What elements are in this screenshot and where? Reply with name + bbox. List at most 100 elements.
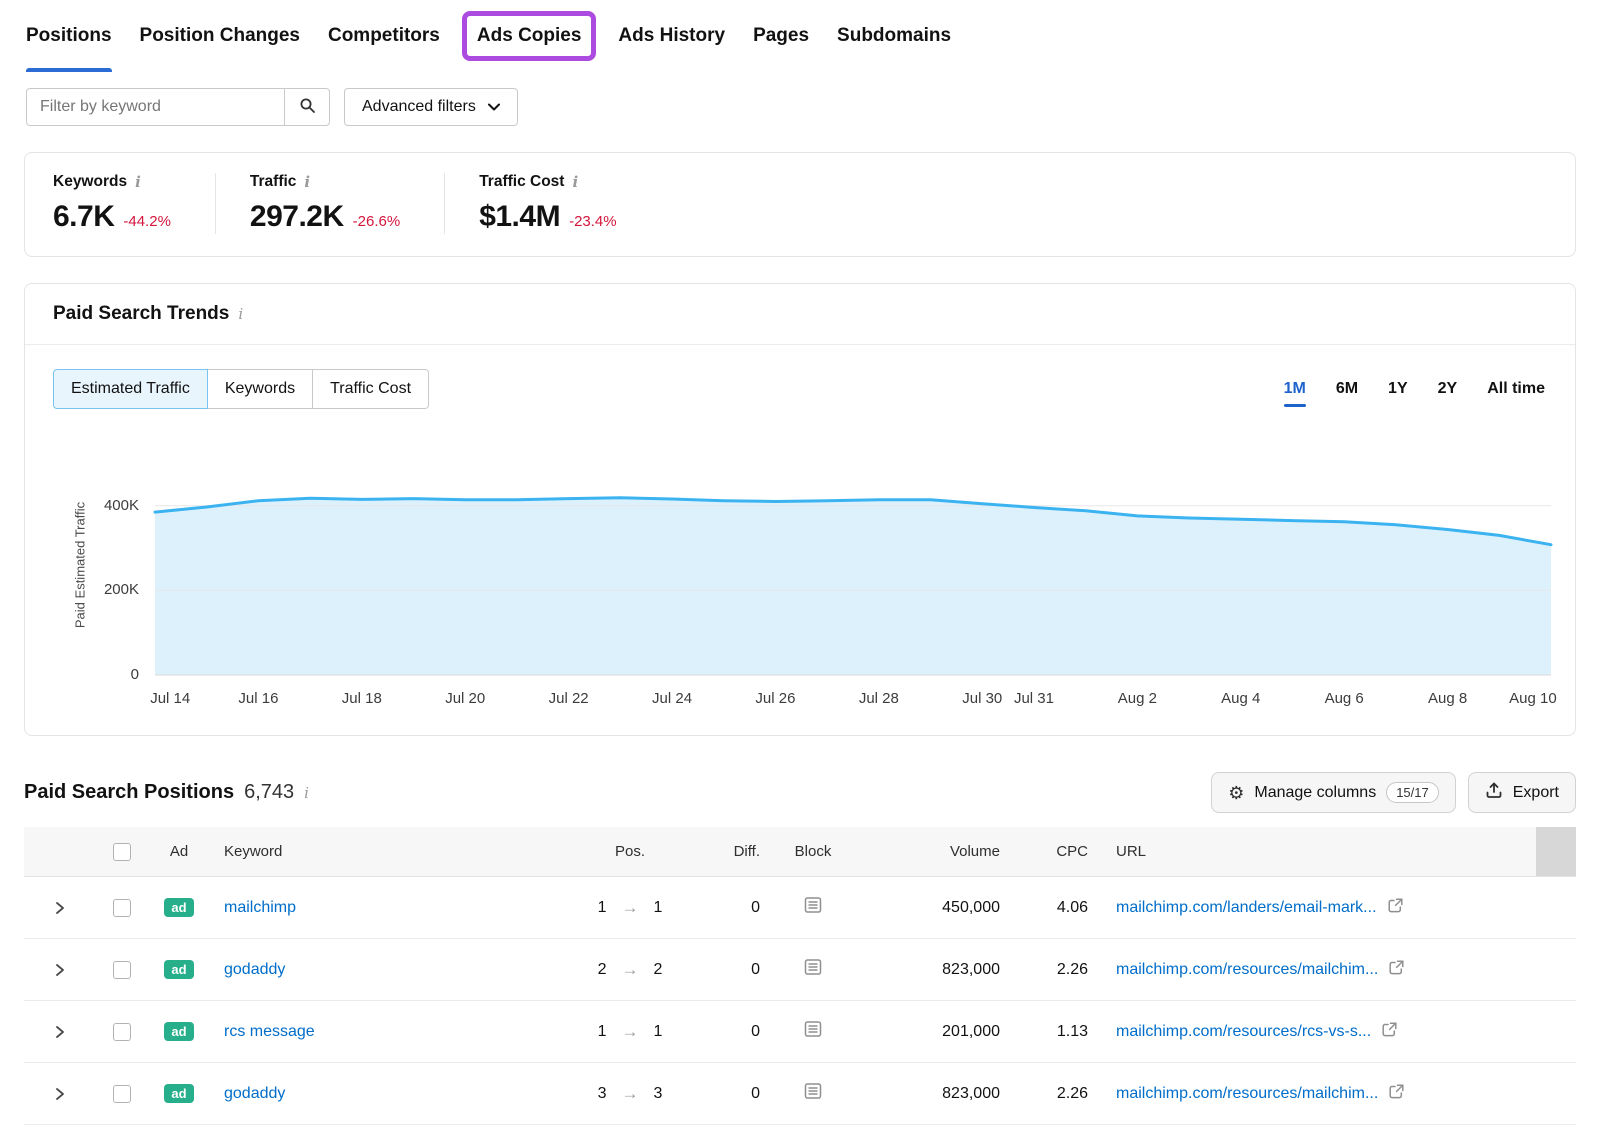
stat-traffic: Traffic i 297.2K -26.6% xyxy=(215,173,444,234)
tab-subdomains[interactable]: Subdomains xyxy=(837,0,951,72)
row-checkbox[interactable] xyxy=(113,961,131,979)
position-cell: 3 → 3 xyxy=(570,1084,690,1104)
range-6m[interactable]: 6M xyxy=(1336,380,1358,398)
range-1y[interactable]: 1Y xyxy=(1388,380,1408,398)
x-tick-label: Jul 16 xyxy=(238,690,278,707)
position-to: 2 xyxy=(654,961,663,979)
tab-ads-copies[interactable]: Ads Copies xyxy=(462,11,597,61)
stat-traffic-cost-label: Traffic Cost xyxy=(479,173,564,191)
positions-count: 6,743 xyxy=(244,781,294,804)
row-checkbox[interactable] xyxy=(113,1085,131,1103)
stat-traffic-change: -26.6% xyxy=(353,213,401,230)
url-link[interactable]: mailchimp.com/resources/rcs-vs-s... xyxy=(1116,1023,1371,1041)
manage-columns-button[interactable]: ⚙ Manage columns 15/17 xyxy=(1211,772,1456,813)
row-checkbox[interactable] xyxy=(113,1023,131,1041)
toggle-traffic-cost[interactable]: Traffic Cost xyxy=(312,369,429,409)
info-icon[interactable]: i xyxy=(238,305,243,323)
table-row: ad godaddy 2 → 2 0 823,000 2.26 mailchim… xyxy=(24,939,1576,1001)
row-checkbox[interactable] xyxy=(113,899,131,917)
toggle-keywords[interactable]: Keywords xyxy=(207,369,313,409)
block-icon[interactable] xyxy=(803,1081,823,1106)
url-link[interactable]: mailchimp.com/resources/mailchim... xyxy=(1116,961,1378,979)
search-icon xyxy=(299,97,316,117)
keyword-link[interactable]: godaddy xyxy=(210,1085,285,1103)
y-tick-label: 200K xyxy=(104,581,139,598)
search-button[interactable] xyxy=(284,88,330,126)
table-row: ad rcs message 1 → 1 0 201,000 1.13 mail… xyxy=(24,1001,1576,1063)
col-header-diff[interactable]: Diff. xyxy=(734,843,770,860)
block-icon[interactable] xyxy=(803,895,823,920)
positions-title: Paid Search Positions xyxy=(24,781,234,804)
col-header-cpc[interactable]: CPC xyxy=(1056,843,1096,860)
external-link-icon[interactable] xyxy=(1381,1021,1398,1043)
stat-keywords-label: Keywords xyxy=(53,173,127,191)
expand-row-button[interactable] xyxy=(46,1018,74,1046)
position-to: 1 xyxy=(654,899,663,917)
keyword-link[interactable]: mailchimp xyxy=(210,899,296,917)
range-all-time[interactable]: All time xyxy=(1487,380,1545,398)
columns-count-badge: 15/17 xyxy=(1386,782,1439,803)
position-to: 1 xyxy=(654,1023,663,1041)
expand-row-button[interactable] xyxy=(46,956,74,984)
ad-badge: ad xyxy=(164,898,193,917)
info-icon[interactable]: i xyxy=(572,173,578,191)
x-tick-label: Jul 18 xyxy=(342,690,382,707)
filter-row: Advanced filters xyxy=(0,88,1600,126)
tab-competitors[interactable]: Competitors xyxy=(328,0,440,72)
time-range-group: 1M 6M 1Y 2Y All time xyxy=(1284,380,1545,398)
expand-row-button[interactable] xyxy=(46,1080,74,1108)
stat-traffic-cost-value: $1.4M xyxy=(479,200,560,234)
external-link-icon[interactable] xyxy=(1388,959,1405,981)
keyword-link[interactable]: godaddy xyxy=(210,961,285,979)
trends-title: Paid Search Trends xyxy=(53,303,229,325)
x-tick-label: Aug 8 xyxy=(1428,690,1467,707)
volume-value: 450,000 xyxy=(942,899,1006,917)
position-from: 3 xyxy=(598,1085,607,1103)
diff-value: 0 xyxy=(751,899,770,917)
export-button[interactable]: Export xyxy=(1468,772,1576,813)
col-header-block[interactable]: Block xyxy=(795,843,832,860)
expand-row-button[interactable] xyxy=(46,894,74,922)
chart-y-axis: Paid Estimated Traffic 400K200K0 xyxy=(25,455,155,675)
volume-value: 201,000 xyxy=(942,1023,1006,1041)
x-tick-label: Jul 14 xyxy=(150,690,190,707)
col-header-keyword[interactable]: Keyword xyxy=(210,843,282,860)
x-tick-label: Aug 6 xyxy=(1325,690,1364,707)
tab-positions[interactable]: Positions xyxy=(26,0,112,72)
x-tick-label: Jul 20 xyxy=(445,690,485,707)
range-1m[interactable]: 1M xyxy=(1284,380,1306,398)
block-icon[interactable] xyxy=(803,957,823,982)
table-row: ad mailchimp 1 → 1 0 450,000 4.06 mailch… xyxy=(24,877,1576,939)
block-icon[interactable] xyxy=(803,1019,823,1044)
position-from: 1 xyxy=(598,899,607,917)
select-all-checkbox[interactable] xyxy=(113,843,131,861)
col-header-pos[interactable]: Pos. xyxy=(615,843,645,860)
url-link[interactable]: mailchimp.com/resources/mailchim... xyxy=(1116,1085,1378,1103)
range-2y[interactable]: 2Y xyxy=(1438,380,1458,398)
stat-keywords: Keywords i 6.7K -44.2% xyxy=(53,173,215,234)
keyword-filter-input[interactable] xyxy=(26,88,284,126)
metric-toggle-group: Estimated Traffic Keywords Traffic Cost xyxy=(53,369,429,409)
url-link[interactable]: mailchimp.com/landers/email-mark... xyxy=(1116,899,1377,917)
info-icon[interactable]: i xyxy=(304,173,310,191)
position-cell: 1 → 1 xyxy=(570,898,690,918)
tab-position-changes[interactable]: Position Changes xyxy=(140,0,300,72)
tab-ads-history[interactable]: Ads History xyxy=(618,0,725,72)
external-link-icon[interactable] xyxy=(1387,897,1404,919)
info-icon[interactable]: i xyxy=(304,784,309,802)
col-header-volume[interactable]: Volume xyxy=(950,843,1006,860)
arrow-right-icon: → xyxy=(622,898,639,918)
diff-value: 0 xyxy=(751,1085,770,1103)
position-from: 1 xyxy=(598,1023,607,1041)
keyword-link[interactable]: rcs message xyxy=(210,1023,315,1041)
arrow-right-icon: → xyxy=(622,960,639,980)
table-scrollbar[interactable] xyxy=(1536,827,1576,876)
advanced-filters-button[interactable]: Advanced filters xyxy=(344,88,518,126)
external-link-icon[interactable] xyxy=(1388,1083,1405,1105)
col-header-url[interactable]: URL xyxy=(1096,843,1146,860)
info-icon[interactable]: i xyxy=(135,173,141,191)
tab-pages[interactable]: Pages xyxy=(753,0,809,72)
col-header-ad[interactable]: Ad xyxy=(170,843,188,860)
keyword-filter xyxy=(26,88,330,126)
toggle-estimated-traffic[interactable]: Estimated Traffic xyxy=(53,369,208,409)
